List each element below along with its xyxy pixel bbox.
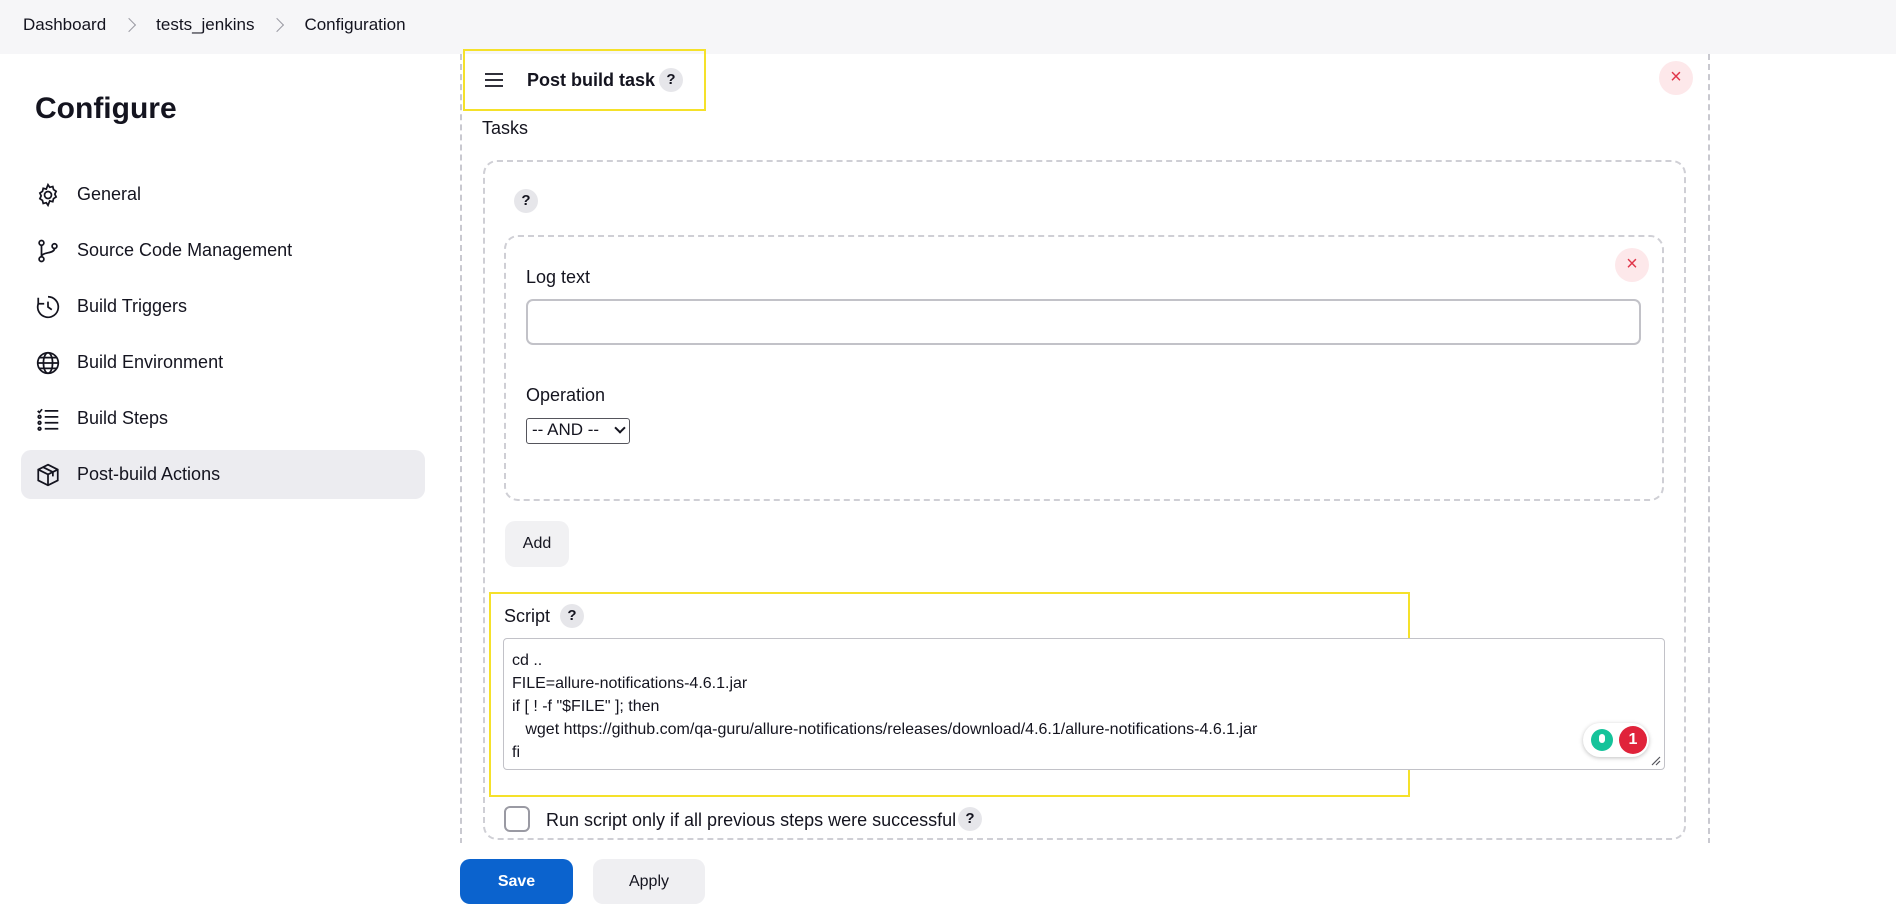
- page-title: Configure: [35, 92, 177, 125]
- apply-button[interactable]: Apply: [593, 859, 705, 904]
- operation-select-value: -- AND --: [532, 420, 600, 439]
- log-text-input[interactable]: [526, 299, 1641, 345]
- grammarly-widget[interactable]: 1: [1583, 723, 1649, 757]
- operation-select[interactable]: -- AND --: [526, 418, 630, 444]
- sidebar-item-build-triggers[interactable]: Build Triggers: [21, 282, 425, 331]
- task-item: [504, 235, 1664, 501]
- run-if-success-label: Run script only if all previous steps we…: [546, 810, 957, 830]
- sidebar-item-label: Build Steps: [77, 408, 169, 428]
- run-if-success-checkbox[interactable]: [504, 806, 530, 832]
- list-icon: [37, 408, 59, 431]
- chevron-right-icon: [122, 17, 137, 33]
- sidebar-item-general[interactable]: General: [21, 170, 425, 219]
- remove-task-button[interactable]: ×: [1615, 248, 1649, 282]
- drag-handle-icon[interactable]: [484, 72, 504, 88]
- log-text-label: Log text: [526, 267, 591, 287]
- help-button-post-build-task[interactable]: ?: [659, 68, 683, 92]
- sidebar-item-label: Build Environment: [77, 352, 224, 372]
- tasks-label: Tasks: [482, 118, 529, 138]
- sidebar-item-label: General: [77, 184, 142, 204]
- branch-icon: [38, 239, 58, 262]
- sidebar-item-build-environment[interactable]: Build Environment: [21, 338, 425, 387]
- post-build-task-title: Post build task: [527, 70, 656, 90]
- breadcrumb-configuration[interactable]: Configuration: [304, 15, 405, 35]
- sidebar-item-source-code-management[interactable]: Source Code Management: [21, 226, 425, 275]
- sidebar-item-label: Post-build Actions: [77, 464, 221, 484]
- grammarly-icon: [1591, 729, 1613, 751]
- remove-post-build-task-button[interactable]: ×: [1659, 61, 1693, 95]
- script-line: fi: [512, 744, 520, 761]
- help-button-run-if-success[interactable]: ?: [958, 807, 982, 831]
- script-line: cd ..: [512, 652, 543, 669]
- script-label: Script: [504, 606, 551, 626]
- help-button-script[interactable]: ?: [560, 604, 584, 628]
- grammarly-count-badge: 1: [1619, 726, 1647, 754]
- resize-handle-icon[interactable]: [1651, 756, 1661, 766]
- chevron-down-icon: [614, 422, 626, 434]
- sidebar-item-label: Build Triggers: [77, 296, 188, 316]
- breadcrumb-dashboard[interactable]: Dashboard: [23, 15, 106, 35]
- script-textarea[interactable]: cd .. FILE=allure-notifications-4.6.1.ja…: [503, 638, 1665, 770]
- chevron-right-icon: [270, 17, 285, 33]
- gear-icon: [38, 182, 58, 207]
- breadcrumb-bar: Dashboard tests_jenkins Configuration: [0, 0, 1896, 54]
- sidebar: General Source Code Management Build Tri…: [21, 170, 425, 506]
- sidebar-item-post-build-actions[interactable]: Post-build Actions: [21, 450, 425, 499]
- help-button-tasks[interactable]: ?: [514, 189, 538, 213]
- breadcrumb: Dashboard tests_jenkins Configuration: [23, 15, 406, 35]
- sidebar-item-build-steps[interactable]: Build Steps: [21, 394, 425, 443]
- sidebar-item-label: Source Code Management: [77, 240, 293, 260]
- operation-label: Operation: [526, 385, 606, 405]
- script-line: FILE=allure-notifications-4.6.1.jar: [512, 675, 748, 692]
- save-button[interactable]: Save: [460, 859, 573, 904]
- script-line: if [ ! -f "$FILE" ]; then: [512, 698, 660, 715]
- breadcrumb-job[interactable]: tests_jenkins: [156, 15, 254, 35]
- globe-icon: [36, 351, 60, 374]
- bottom-action-bar: [0, 843, 1896, 910]
- script-line: wget https://github.com/qa-guru/allure-n…: [512, 721, 1258, 738]
- add-task-button[interactable]: Add: [505, 521, 569, 567]
- clock-icon: [36, 295, 60, 318]
- cube-icon: [37, 463, 59, 486]
